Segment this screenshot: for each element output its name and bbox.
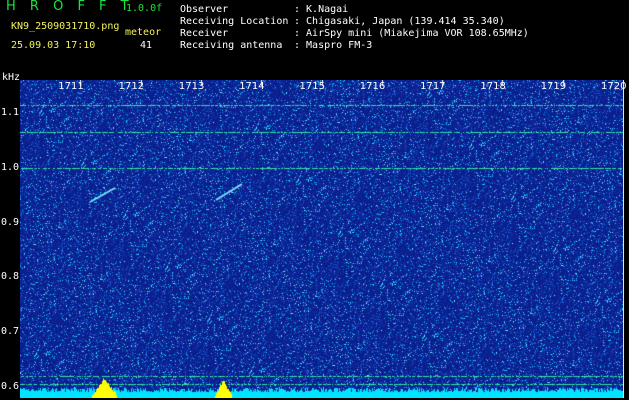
- time-tick-label: 1715: [299, 81, 325, 92]
- freq-tick-label: 1.1: [1, 106, 20, 118]
- time-tick-label: 1711: [58, 81, 84, 92]
- frequency-unit-label: kHz: [2, 72, 21, 83]
- meta-value-antenna: : Maspro FM-3: [294, 40, 373, 51]
- app-logo: H R O F F T: [6, 0, 134, 14]
- time-tick-label: 1720: [601, 81, 627, 92]
- meta-value-receiver: : AirSpy mini (Miakejima VOR 108.65MHz): [294, 28, 529, 39]
- time-tick-label: 1712: [118, 81, 145, 92]
- timestamp-label: 25.09.03 17:10: [11, 40, 96, 51]
- meta-value-location: : Chigasaki, Japan (139.414 35.340): [294, 16, 505, 27]
- freq-tick-label: 0.8: [1, 271, 20, 283]
- hrofft-window: H R O F F T 1.0.0f KN9_2509031710.png me…: [0, 0, 629, 400]
- spectrogram-plot: [20, 80, 623, 398]
- version-label: 1.0.0f: [126, 3, 163, 14]
- time-tick-label: 1719: [540, 81, 567, 92]
- meta-key-observer: Observer: [180, 4, 229, 15]
- meta-value-observer: : K.Nagai: [294, 4, 349, 15]
- filename-label: KN9_2509031710.png: [11, 21, 120, 32]
- time-tick-label: 1713: [178, 81, 205, 92]
- meta-key-receiver: Receiver: [180, 28, 229, 39]
- plot-right-border: [623, 80, 624, 398]
- meta-key-location: Receiving Location: [180, 16, 289, 27]
- freq-tick-label: 1.0: [1, 161, 20, 173]
- meta-key-antenna: Receiving antenna: [180, 40, 283, 51]
- meteor-count: 41: [140, 40, 153, 51]
- spectrogram-canvas: [20, 80, 623, 398]
- time-tick-label: 1717: [420, 81, 446, 92]
- freq-tick-label: 0.6: [1, 381, 20, 393]
- time-tick-label: 1714: [239, 81, 265, 92]
- freq-tick-label: 0.7: [1, 326, 20, 338]
- time-tick-label: 1718: [480, 81, 506, 92]
- freq-tick-label: 0.9: [1, 216, 20, 228]
- meteor-label: meteor: [125, 27, 162, 38]
- time-tick-label: 1716: [359, 81, 386, 92]
